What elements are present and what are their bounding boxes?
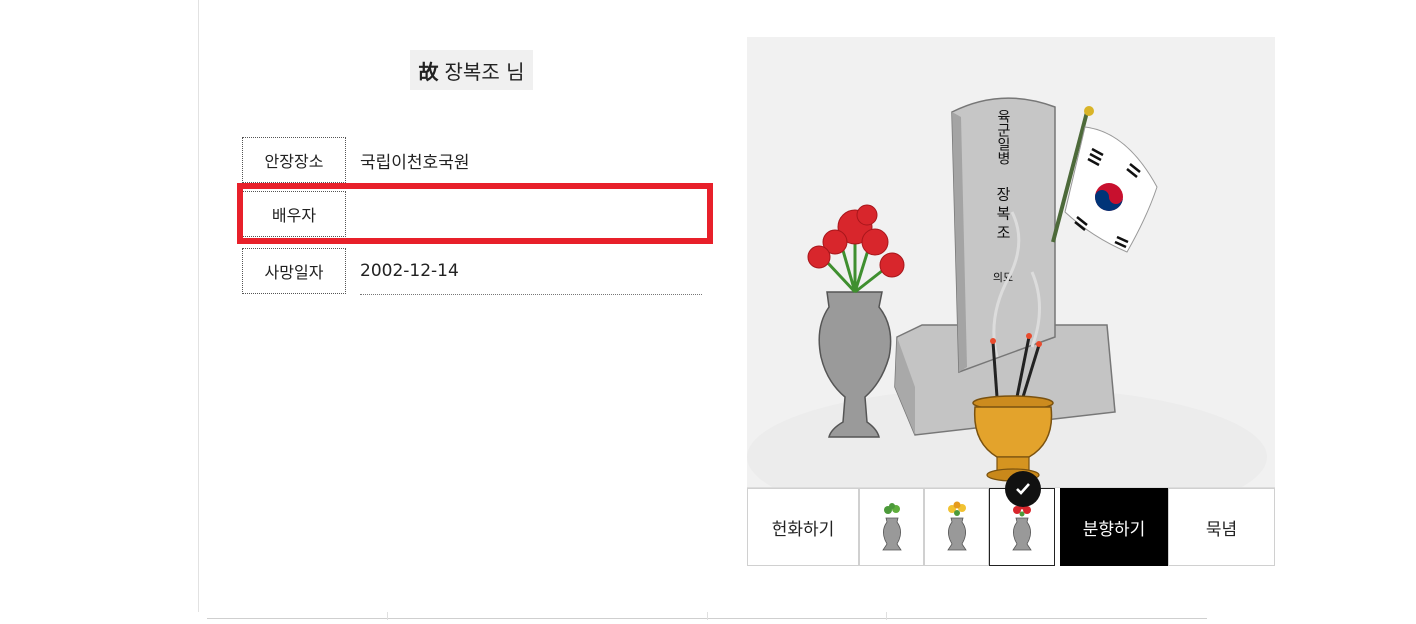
bottom-divider-tick [387,612,388,620]
left-divider [198,0,199,612]
death-date-value: 2002-12-14 [360,248,702,295]
deceased-name-title: 故 장복조 님 [410,50,533,90]
deceased-prefix: 故 [418,59,439,84]
flower-option-yellow[interactable] [924,488,989,566]
inscription-rank: 육군일병 [995,109,1011,165]
check-icon [1005,471,1041,507]
spouse-row-highlight [237,183,713,244]
silent-tribute-button[interactable]: 묵념 [1168,488,1275,566]
red-flower-vase-icon [1012,502,1032,551]
tribute-actions-bar: 헌화하기 분향하기 묵념 [747,471,1275,567]
inscription-name: 장복조 [994,187,1012,244]
green-flower-vase-icon [881,503,902,551]
offer-incense-button[interactable]: 분향하기 [1060,488,1168,566]
deceased-name: 장복조 님 [444,59,525,84]
flower-option-green[interactable] [859,488,924,566]
death-date-label: 사망일자 [242,248,346,294]
flower-option-red[interactable] [989,471,1055,566]
bottom-divider-tick [886,612,887,620]
yellow-flower-vase-icon [946,501,967,551]
offer-flower-button[interactable]: 헌화하기 [747,488,859,566]
info-row-burial-place: 안장장소 국립이천호국원 [242,137,702,185]
burial-place-value: 국립이천호국원 [360,152,470,173]
bottom-divider-tick [707,612,708,620]
memorial-illustration: 육군일병 장복조 의묘 [747,37,1275,487]
burial-place-label: 안장장소 [242,137,346,183]
info-row-death-date: 사망일자 2002-12-14 [242,248,702,296]
